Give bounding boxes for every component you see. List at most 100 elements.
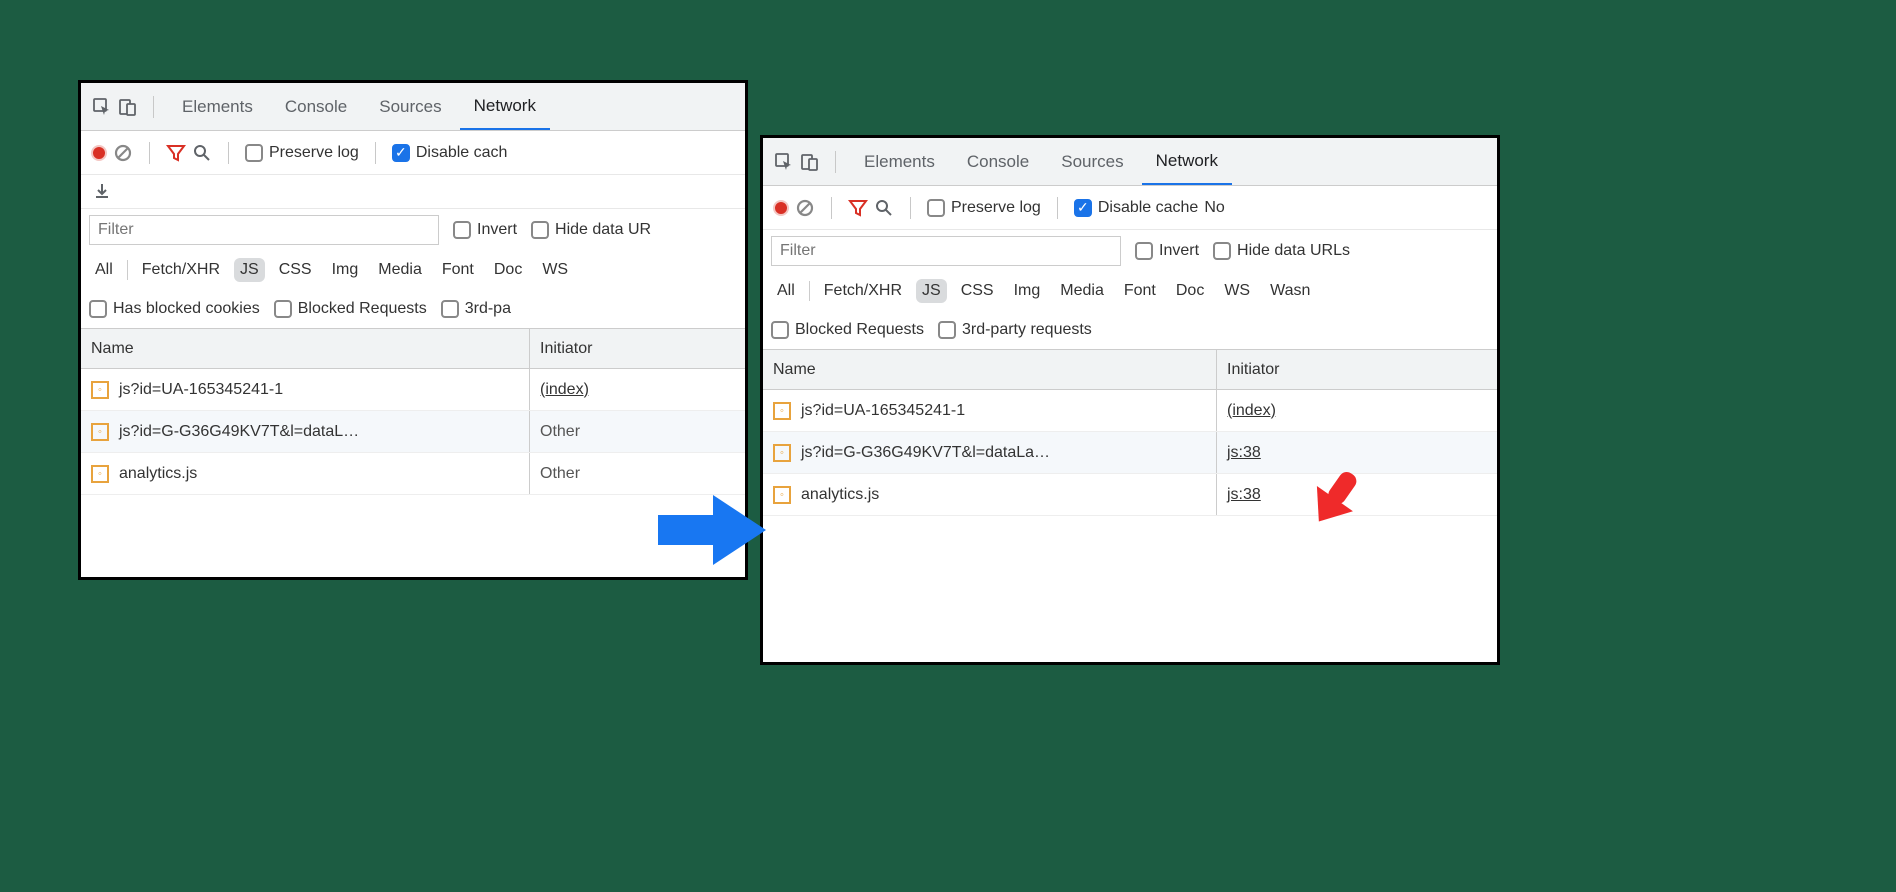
table-body-right: ◦js?id=UA-165345241-1 (index) ◦js?id=G-G… (763, 390, 1497, 516)
tab-sources[interactable]: Sources (1047, 138, 1137, 185)
download-icon[interactable] (93, 182, 113, 202)
record-icon[interactable] (773, 200, 789, 216)
divider (149, 142, 150, 164)
js-file-icon: ◦ (91, 423, 109, 441)
filter-bar: Invert Hide data URLs (763, 230, 1497, 272)
filter-css[interactable]: CSS (955, 279, 1000, 303)
divider (153, 96, 154, 118)
table-row[interactable]: ◦analytics.js js:38 (763, 474, 1497, 516)
table-header: Name Initiator (763, 350, 1497, 390)
js-file-icon: ◦ (91, 381, 109, 399)
table-body-left: ◦js?id=UA-165345241-1 (index) ◦js?id=G-G… (81, 369, 745, 495)
filter-js[interactable]: JS (234, 258, 265, 282)
device-icon[interactable] (799, 151, 821, 173)
record-icon[interactable] (91, 145, 107, 161)
tab-sources[interactable]: Sources (365, 83, 455, 130)
tab-network[interactable]: Network (460, 84, 550, 131)
filter-css[interactable]: CSS (273, 258, 318, 282)
divider (835, 151, 836, 173)
blue-arrow-icon (658, 490, 768, 570)
filter-wasm[interactable]: Wasn (1264, 279, 1316, 303)
network-toolbar: Preserve log ✓Disable cach (81, 131, 745, 175)
tab-console[interactable]: Console (953, 138, 1043, 185)
filter-fetch[interactable]: Fetch/XHR (136, 258, 226, 282)
tab-network[interactable]: Network (1142, 139, 1232, 186)
inspect-icon[interactable] (91, 96, 113, 118)
filter-all[interactable]: All (89, 258, 119, 282)
disable-cache-checkbox[interactable]: ✓Disable cach (392, 144, 508, 162)
js-file-icon: ◦ (773, 486, 791, 504)
divider (1057, 197, 1058, 219)
filter-all[interactable]: All (771, 279, 801, 303)
filter-js[interactable]: JS (916, 279, 947, 303)
filter-ws[interactable]: WS (1218, 279, 1256, 303)
inspect-icon[interactable] (773, 151, 795, 173)
extra-filter-bar: Blocked Requests 3rd-party requests (763, 310, 1497, 350)
divider (831, 197, 832, 219)
filter-icon[interactable] (166, 143, 186, 163)
divider (228, 142, 229, 164)
table-row[interactable]: ◦js?id=G-G36G49KV7T&l=dataL… Other (81, 411, 745, 453)
filter-doc[interactable]: Doc (1170, 279, 1210, 303)
initiator-text: Other (540, 423, 580, 441)
filter-input[interactable] (771, 236, 1121, 266)
hide-data-urls-checkbox[interactable]: Hide data URLs (1213, 242, 1350, 260)
type-filter-bar: All Fetch/XHR JS CSS Img Media Font Doc … (763, 272, 1497, 310)
filter-bar: Invert Hide data UR (81, 209, 745, 251)
initiator-link[interactable]: (index) (1227, 402, 1276, 420)
col-initiator[interactable]: Initiator (1217, 350, 1497, 389)
tab-console[interactable]: Console (271, 83, 361, 130)
filter-media[interactable]: Media (1054, 279, 1110, 303)
table-row[interactable]: ◦js?id=G-G36G49KV7T&l=dataLa… js:38 (763, 432, 1497, 474)
initiator-link[interactable]: (index) (540, 381, 589, 399)
initiator-link[interactable]: js:38 (1227, 444, 1261, 462)
preserve-log-checkbox[interactable]: Preserve log (927, 199, 1041, 217)
filter-img[interactable]: Img (326, 258, 365, 282)
initiator-link[interactable]: js:38 (1227, 486, 1261, 504)
invert-checkbox[interactable]: Invert (453, 221, 517, 239)
blocked-requests-checkbox[interactable]: Blocked Requests (274, 300, 427, 318)
col-name[interactable]: Name (81, 329, 530, 368)
clear-icon[interactable] (113, 143, 133, 163)
filter-doc[interactable]: Doc (488, 258, 528, 282)
invert-checkbox[interactable]: Invert (1135, 242, 1199, 260)
disable-cache-checkbox[interactable]: ✓Disable cache (1074, 199, 1199, 217)
blocked-requests-checkbox[interactable]: Blocked Requests (771, 321, 924, 339)
filter-font[interactable]: Font (1118, 279, 1162, 303)
tabstrip: Elements Console Sources Network (81, 83, 745, 131)
filter-font[interactable]: Font (436, 258, 480, 282)
initiator-text: Other (540, 465, 580, 483)
col-name[interactable]: Name (763, 350, 1217, 389)
truncated-text: No (1204, 199, 1224, 217)
table-row[interactable]: ◦js?id=UA-165345241-1 (index) (81, 369, 745, 411)
third-party-checkbox[interactable]: 3rd-pa (441, 300, 511, 318)
hide-data-urls-checkbox[interactable]: Hide data UR (531, 221, 651, 239)
js-file-icon: ◦ (91, 465, 109, 483)
clear-icon[interactable] (795, 198, 815, 218)
download-row (81, 175, 745, 209)
divider (375, 142, 376, 164)
filter-ws[interactable]: WS (536, 258, 574, 282)
filter-img[interactable]: Img (1008, 279, 1047, 303)
search-icon[interactable] (192, 143, 212, 163)
filter-input[interactable] (89, 215, 439, 245)
devtools-panel-after: Elements Console Sources Network Preserv… (760, 135, 1500, 665)
js-file-icon: ◦ (773, 402, 791, 420)
col-initiator[interactable]: Initiator (530, 329, 745, 368)
search-icon[interactable] (874, 198, 894, 218)
tabstrip: Elements Console Sources Network (763, 138, 1497, 186)
table-row[interactable]: ◦js?id=UA-165345241-1 (index) (763, 390, 1497, 432)
type-filter-bar: All Fetch/XHR JS CSS Img Media Font Doc … (81, 251, 745, 289)
preserve-log-checkbox[interactable]: Preserve log (245, 144, 359, 162)
js-file-icon: ◦ (773, 444, 791, 462)
table-row[interactable]: ◦analytics.js Other (81, 453, 745, 495)
filter-media[interactable]: Media (372, 258, 428, 282)
filter-icon[interactable] (848, 198, 868, 218)
tab-elements[interactable]: Elements (850, 138, 949, 185)
filter-fetch[interactable]: Fetch/XHR (818, 279, 908, 303)
blocked-cookies-checkbox[interactable]: Has blocked cookies (89, 300, 260, 318)
third-party-checkbox[interactable]: 3rd-party requests (938, 321, 1092, 339)
network-toolbar: Preserve log ✓Disable cache No (763, 186, 1497, 230)
tab-elements[interactable]: Elements (168, 83, 267, 130)
device-icon[interactable] (117, 96, 139, 118)
